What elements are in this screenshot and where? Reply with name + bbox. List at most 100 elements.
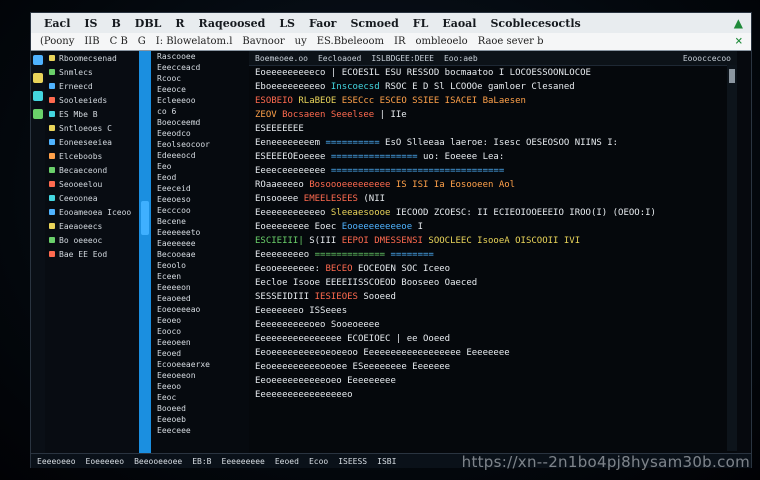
outline-item[interactable]: Rascooee [151,51,249,62]
outline-item[interactable]: Eeod [151,172,249,183]
editor-tab[interactable]: ISLBDGEE:DEEE [371,54,434,63]
editor-scrollbar[interactable] [727,65,737,451]
outline-item[interactable]: Eeeoeen [151,337,249,348]
sidebar-scrollbar[interactable] [139,51,151,453]
menu-item[interactable]: IS [77,17,104,30]
toolbar-item[interactable]: uy [290,36,312,47]
close-icon[interactable]: × [735,36,743,47]
outline-item[interactable]: Eceen [151,271,249,282]
sidebar-item[interactable]: Bo oeeeoc [45,233,139,247]
sidebar-item[interactable]: Eoneeseeiea [45,135,139,149]
status-item[interactable]: Eeeeeeeee [222,457,265,466]
sidebar-item[interactable]: Eooameoea Iceoo [45,205,139,219]
sidebar-item[interactable]: Snmlecs [45,65,139,79]
outline-item[interactable]: Booeed [151,403,249,414]
toolbar-item[interactable]: IIB [79,36,104,47]
editor-tab[interactable]: Eoo:aeb [444,54,478,63]
outline-item[interactable]: Becene [151,216,249,227]
menu-item[interactable]: Faor [302,17,343,30]
toolbar-item[interactable]: Raoe sever b [473,36,549,47]
outline-item[interactable]: Eeaoeed [151,293,249,304]
menu-item[interactable]: DBL [128,17,169,30]
outline-item[interactable]: Eeeoeso [151,194,249,205]
outline-item[interactable]: Eeeoeb [151,414,249,425]
outline-item[interactable]: Eeeodco [151,128,249,139]
outline-item[interactable]: Eaeeeeee [151,238,249,249]
menu-item[interactable]: LS [272,17,302,30]
editor-tab[interactable]: Boemeoee.oo [255,54,308,63]
outline-item[interactable]: Eeeoo [151,381,249,392]
scrollbar-thumb[interactable] [141,201,149,235]
status-item[interactable]: Eoeeeeeo [86,457,125,466]
sidebar-item[interactable]: Bae EE Eod [45,247,139,261]
outline-item[interactable]: Eeoolo [151,260,249,271]
outline-item[interactable]: Rcooc [151,73,249,84]
outline-item[interactable]: Eeolseocoor [151,139,249,150]
menu-item[interactable]: Eaoal [435,17,483,30]
toolbar-item[interactable]: I: Blowelatom.l [151,36,238,47]
menu-item[interactable]: Scoblecesoctls [483,17,587,30]
code-token: ========== [325,138,380,148]
sidebar-item[interactable]: Elceboobs [45,149,139,163]
status-item[interactable]: Beeooeeoee [134,457,182,466]
sidebar-item[interactable]: Becaeceond [45,163,139,177]
outline-item[interactable]: Eeoc [151,392,249,403]
search-icon[interactable] [33,73,43,83]
status-item[interactable]: ISBI [377,457,396,466]
toolbar-item[interactable]: ES.Bbeleoom [312,36,389,47]
outline-item[interactable]: Eecccoo [151,205,249,216]
sidebar-item[interactable]: Rboomecsenad [45,51,139,65]
menu-item[interactable]: Eacl [37,17,77,30]
menu-item[interactable]: FL [406,17,436,30]
toolbar-item[interactable]: ombleoelo [411,36,473,47]
sidebar-item[interactable]: Seooeelou [45,177,139,191]
outline-item[interactable]: Eeo [151,161,249,172]
code-editor[interactable]: Boemeoee.oo Eecloaoed ISLBDGEE:DEEE Eoo:aeb… [249,51,737,453]
status-item[interactable]: ISEESS [338,457,367,466]
outline-item[interactable]: Eeeeeon [151,282,249,293]
outline-item[interactable]: Edeeeocd [151,150,249,161]
git-icon[interactable] [33,91,43,101]
explorer-icon[interactable] [33,55,43,65]
code-area[interactable]: Eoeeeeeeeeeco | ECOESIL ESU RESSOD bocma… [249,66,737,402]
outline-item[interactable]: Becooeae [151,249,249,260]
outline-item[interactable]: Eeeceid [151,183,249,194]
outline-item[interactable]: Eoeoeeeao [151,304,249,315]
outline-item[interactable]: Eeeoce [151,84,249,95]
toolbar-item[interactable]: Bavnoor [237,36,289,47]
outline-item[interactable]: Eeoeo [151,315,249,326]
sidebar-item[interactable]: ES Mbe B [45,107,139,121]
outline-item[interactable]: Eeeoeeon [151,370,249,381]
outline-item[interactable]: Ecleeeoo [151,95,249,106]
outline-item[interactable]: Eeeeeeeto [151,227,249,238]
toolbar-item[interactable]: G [133,36,151,47]
status-item[interactable]: EB:B [192,457,211,466]
menu-item[interactable]: Scmoed [343,17,405,30]
outline-item[interactable]: Eeoed [151,348,249,359]
status-item[interactable]: Ecoo [309,457,328,466]
toolbar-item[interactable]: IR [389,36,410,47]
toolbar-item[interactable]: C B [105,36,133,47]
outline-item[interactable]: Ecooeeaerxe [151,359,249,370]
outline-item[interactable]: Boeoceemd [151,117,249,128]
editor-scrollbar-thumb[interactable] [729,69,735,83]
menu-item[interactable]: Raqeoosed [192,17,273,30]
outline-item[interactable]: Eeecceacd [151,62,249,73]
menu-item[interactable]: B [104,17,127,30]
sidebar-item[interactable]: Eaeaoeecs [45,219,139,233]
triangle-up-icon[interactable]: ▲ [734,16,743,30]
sidebar-item[interactable]: Erneecd [45,79,139,93]
outline-item[interactable]: Eooco [151,326,249,337]
editor-tab[interactable]: Eecloaoed [318,54,361,63]
toolbar-item[interactable]: (Poony [35,36,79,47]
sidebar-item[interactable]: Sooleeieds [45,93,139,107]
debug-icon[interactable] [33,109,43,119]
menu-item[interactable]: R [168,17,191,30]
outline-item[interactable]: Eeeceee [151,425,249,436]
outline-item[interactable]: co 6 [151,106,249,117]
status-item[interactable]: Eeeeoeeo [37,457,76,466]
code-token: Eeeeeeeeeo [255,250,315,260]
sidebar-item[interactable]: Ceeoonea [45,191,139,205]
status-item[interactable]: Eeoed [275,457,299,466]
sidebar-item[interactable]: Sntloeoes C [45,121,139,135]
